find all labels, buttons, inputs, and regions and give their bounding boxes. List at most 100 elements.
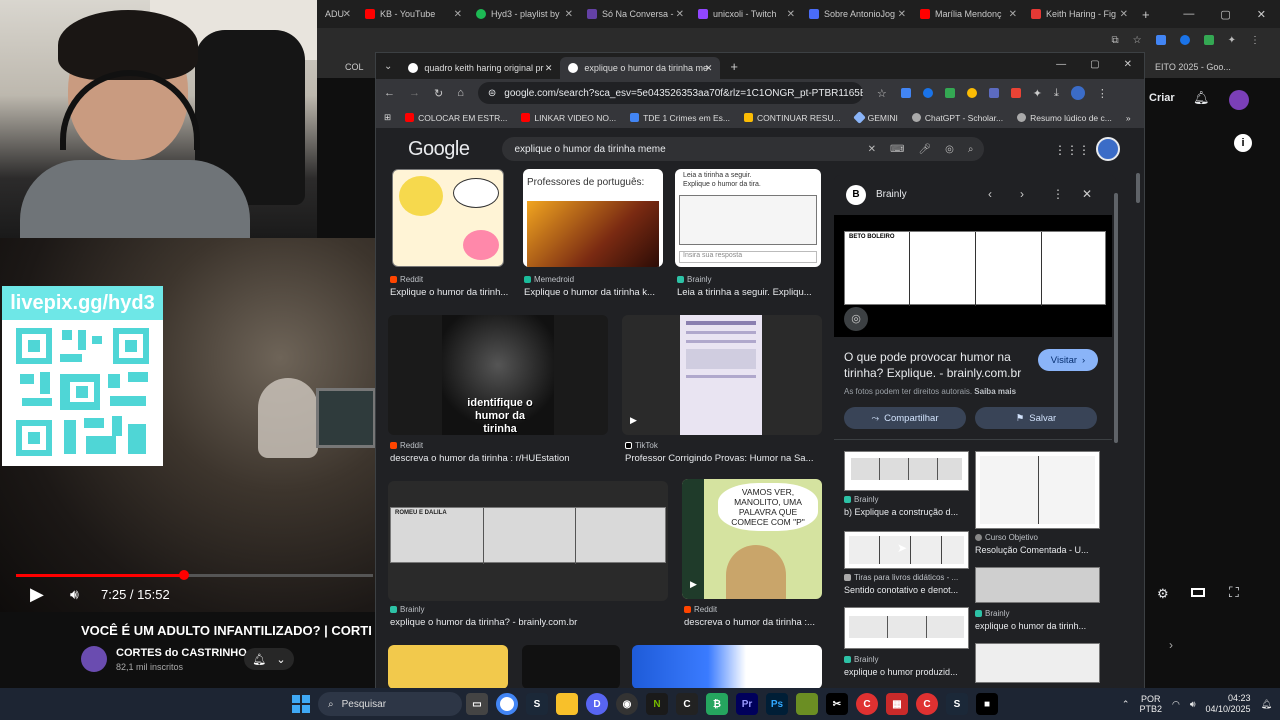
close-button[interactable]: ✕ (1124, 59, 1132, 70)
extension-icon[interactable] (1179, 35, 1190, 45)
page-scrollbar[interactable] (1136, 173, 1140, 203)
new-tab-icon[interactable]: + (1142, 7, 1150, 22)
obs-icon[interactable]: ◉ (616, 693, 638, 715)
close-icon[interactable]: ✕ (787, 9, 795, 20)
wifi-icon[interactable]: ◠ (1172, 699, 1180, 710)
puzzle-icon[interactable]: ✦ (1228, 35, 1236, 46)
language-indicator[interactable]: POR PTB2 (1139, 694, 1162, 714)
result-caption[interactable]: Explique o humor da tirinh... (390, 287, 510, 298)
clear-icon[interactable]: ✕ (868, 144, 876, 155)
outer-tab[interactable]: Só Na Conversa - ✕ (579, 0, 690, 28)
taskbar-search[interactable]: ⌕ Pesquisar (318, 692, 462, 716)
puzzle-icon[interactable]: ✦ (1033, 87, 1042, 100)
windows-start-icon[interactable] (292, 695, 310, 713)
inner-tab-active[interactable]: explique o humor da tirinha me ✕ (560, 57, 721, 79)
avatar[interactable] (1229, 90, 1249, 110)
home-icon[interactable]: ⌂ (457, 87, 464, 99)
result-caption[interactable]: descreva o humor da tirinha :... (684, 617, 824, 628)
tab-search-icon[interactable]: ⌄ (384, 61, 392, 72)
bookmark[interactable]: GEMINI (852, 111, 898, 124)
extension-icon[interactable] (1010, 88, 1021, 98)
channel-name[interactable]: CORTES do CASTRINHO (116, 647, 247, 659)
related-caption[interactable]: Sentido conotativo e denot... (844, 585, 969, 595)
menu-icon[interactable]: ⋮ (1097, 87, 1108, 100)
chrome-icon[interactable] (496, 693, 518, 715)
premiere-icon[interactable]: Pr (736, 693, 758, 715)
share-button[interactable]: ⤳ Compartilhar (844, 407, 966, 429)
star-icon[interactable]: ☆ (1133, 35, 1142, 46)
bookmark[interactable]: COL (345, 62, 364, 72)
settings-icon[interactable]: ⚙ (1157, 586, 1169, 602)
result-thumbnail[interactable]: ROMEU E DALILA (388, 481, 668, 601)
lens-icon[interactable]: ◎ (945, 144, 954, 155)
app-icon[interactable]: C (856, 693, 878, 715)
theater-icon[interactable] (1191, 588, 1205, 597)
result-thumbnail[interactable]: VAMOS VER, MANOLITO, UMA PALAVRA QUE COM… (682, 479, 822, 599)
mic-icon[interactable]: 🎤︎ (918, 144, 931, 155)
lens-icon[interactable]: ◎ (844, 307, 868, 331)
site-info-icon[interactable]: ⊜ (488, 88, 496, 99)
bell-icon[interactable]: 🔔︎ (1193, 90, 1210, 106)
close-button[interactable]: ✕ (1257, 8, 1266, 21)
minecraft-icon[interactable] (796, 693, 818, 715)
keyboard-icon[interactable]: ⌨ (890, 144, 904, 155)
fullscreen-icon[interactable]: ⛶ (1229, 584, 1239, 601)
clock[interactable]: 04:23 04/10/2025 (1206, 693, 1251, 715)
related-caption[interactable]: explique o humor produzid... (844, 667, 969, 677)
result-caption[interactable]: Professor Corrigindo Provas: Humor na Sa… (625, 453, 825, 464)
result-caption[interactable]: Explique o humor da tirinha k... (524, 287, 664, 298)
play-icon[interactable]: ▶ (690, 579, 697, 590)
bookmark[interactable]: LINKAR VIDEO NO... (521, 113, 616, 123)
extension-icon[interactable] (944, 88, 955, 98)
result-thumbnail[interactable]: Leia a tirinha a seguir. Explique o humo… (675, 169, 821, 267)
result-caption[interactable]: explique o humor da tirinha? - brainly.c… (390, 617, 670, 628)
extension-icon[interactable] (1203, 35, 1214, 45)
back-icon[interactable]: ← (384, 87, 395, 99)
close-icon[interactable]: ✕ (676, 9, 684, 20)
notification-icon[interactable]: 🔔︎ (1261, 699, 1272, 710)
search-input[interactable]: explique o humor da tirinha meme ✕ ⌨ 🎤︎ … (501, 137, 984, 161)
apps-grid-icon[interactable]: ⋮⋮⋮ (1054, 143, 1090, 157)
info-icon[interactable]: i (1234, 134, 1252, 152)
cast-icon[interactable]: ⧉ (1112, 35, 1119, 46)
related-caption[interactable]: explique o humor da tirinh... (975, 621, 1100, 631)
close-icon[interactable]: ✕ (705, 63, 713, 74)
forward-icon[interactable]: → (409, 87, 420, 99)
outer-tab[interactable]: Sobre AntonioJog ✕ (801, 0, 912, 28)
play-icon[interactable]: ▶ (30, 584, 44, 605)
result-thumbnail[interactable] (632, 645, 822, 689)
steam-icon[interactable]: S (946, 693, 968, 715)
outer-tab[interactable]: Keith Haring - Fig ✕ (1023, 0, 1134, 28)
app-icon[interactable]: ■ (976, 693, 998, 715)
app-icon[interactable]: ₿ (706, 693, 728, 715)
inner-tab[interactable]: quadro keith haring original pr ✕ (400, 57, 560, 79)
volume-icon[interactable]: 🔊︎ (1190, 699, 1196, 710)
downloads-icon[interactable]: ⤓ (1054, 87, 1059, 100)
related-thumbnail[interactable] (844, 451, 969, 491)
minimize-button[interactable]: — (1056, 59, 1066, 70)
volume-icon[interactable]: 🔊︎ (70, 586, 79, 603)
new-tab-icon[interactable]: + (730, 59, 738, 74)
bookmark[interactable]: TDE 1 Crimes em Es... (630, 113, 730, 123)
close-icon[interactable]: ✕ (565, 9, 573, 20)
create-button[interactable]: Criar (1149, 92, 1175, 104)
related-caption[interactable]: b) Explique a construção d... (844, 507, 969, 517)
google-logo[interactable]: Google (408, 138, 470, 161)
extension-icon[interactable] (900, 88, 911, 98)
maximize-button[interactable]: ▢ (1220, 8, 1230, 21)
bookmark[interactable]: Resumo lúdico de c... (1017, 113, 1112, 123)
play-icon[interactable]: ▶ (630, 415, 637, 426)
close-icon[interactable]: ✕ (1082, 187, 1092, 201)
chevron-right-icon[interactable]: › (1169, 638, 1173, 652)
apps-grid-icon[interactable]: ⊞ (384, 112, 391, 123)
search-icon[interactable]: ⌕ (968, 144, 974, 155)
result-thumbnail[interactable] (522, 645, 620, 689)
avatar[interactable] (1096, 137, 1120, 161)
bookmark[interactable]: ChatGPT - Scholar... (911, 113, 1003, 123)
more-options-icon[interactable]: ⋮ (1052, 187, 1064, 201)
result-caption[interactable]: Leia a tirinha a seguir. Expliqu... (677, 287, 823, 298)
outer-tab[interactable]: unicxoli - Twitch ✕ (690, 0, 801, 28)
save-button[interactable]: ⚑ Salvar (975, 407, 1097, 429)
related-thumbnail[interactable] (975, 643, 1100, 683)
related-thumbnail[interactable] (975, 567, 1100, 603)
